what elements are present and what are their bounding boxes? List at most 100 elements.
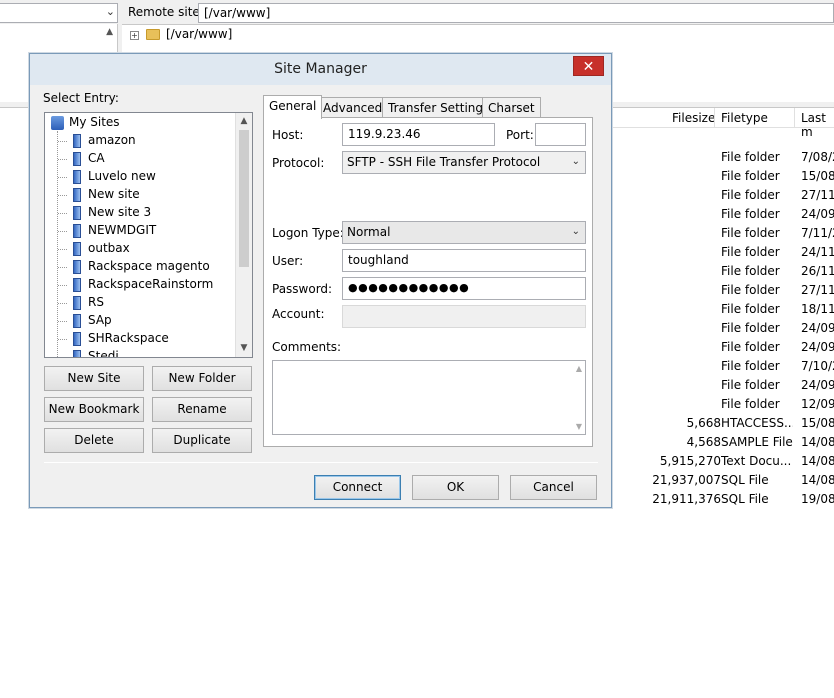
site-label: Stedi: [88, 349, 119, 358]
site-icon: [73, 206, 81, 220]
general-tab-panel: Host: 119.9.23.46 Port: Protocol: SFTP -…: [263, 117, 593, 447]
table-row[interactable]: File folder 27/11/: [612, 186, 834, 205]
site-label: NEWMDGIT: [88, 223, 157, 237]
comments-scrollbar[interactable]: ▲ ▼: [569, 361, 585, 434]
site-icon: [73, 260, 81, 274]
tab-advanced[interactable]: Advanced: [317, 97, 389, 118]
connect-button[interactable]: Connect: [314, 475, 401, 500]
duplicate-button[interactable]: Duplicate: [152, 428, 252, 453]
table-row[interactable]: File folder 26/11/: [612, 262, 834, 281]
table-row[interactable]: File folder 27/11/: [612, 281, 834, 300]
file-date: 15/08/: [801, 169, 834, 183]
table-row[interactable]: 4,568SAMPLE File 14/08/: [612, 433, 834, 452]
file-type: File folder: [721, 264, 780, 278]
logon-type-label: Logon Type:: [272, 226, 344, 240]
expand-icon[interactable]: +: [130, 31, 139, 40]
tree-guide-line: [58, 213, 67, 214]
port-input[interactable]: [535, 123, 586, 146]
cancel-button[interactable]: Cancel: [510, 475, 597, 500]
user-input[interactable]: toughland: [342, 249, 586, 272]
chevron-down-icon[interactable]: ⌄: [572, 226, 580, 237]
scroll-down-icon[interactable]: ▼: [236, 340, 252, 357]
table-row[interactable]: File folder 7/10/2: [612, 357, 834, 376]
scroll-up-icon[interactable]: ▲: [576, 364, 582, 373]
logon-type-select[interactable]: Normal ⌄: [342, 221, 586, 244]
site-icon: [73, 134, 81, 148]
site-label: outbax: [88, 241, 130, 255]
tree-guide-line: [58, 249, 67, 250]
scroll-up-icon[interactable]: ▲: [106, 27, 113, 37]
file-type: File folder: [721, 207, 780, 221]
delete-button[interactable]: Delete: [44, 428, 144, 453]
scroll-down-icon[interactable]: ▼: [576, 422, 582, 431]
site-icon: [73, 350, 81, 357]
rename-button[interactable]: Rename: [152, 397, 252, 422]
column-last-modified[interactable]: Last m: [801, 111, 834, 139]
file-date: 7/11/2: [801, 226, 834, 240]
site-icon: [73, 170, 81, 184]
dialog-titlebar[interactable]: Site Manager ✕: [30, 54, 611, 85]
site-icon: [73, 278, 81, 292]
tree-root-label: My Sites: [69, 115, 120, 129]
new-bookmark-button[interactable]: New Bookmark: [44, 397, 144, 422]
tree-guide-line: [58, 195, 67, 196]
table-row[interactable]: File folder 24/09/: [612, 319, 834, 338]
site-label: SHRackspace: [88, 331, 169, 345]
tree-guide-line: [58, 267, 67, 268]
column-filetype[interactable]: Filetype: [721, 111, 768, 125]
file-type: File folder: [721, 226, 780, 240]
table-row[interactable]: File folder 12/09/: [612, 395, 834, 414]
host-input[interactable]: 119.9.23.46: [342, 123, 495, 146]
table-row[interactable]: File folder 15/08/: [612, 167, 834, 186]
site-label: RS: [88, 295, 104, 309]
local-site-combo[interactable]: ⌄: [0, 3, 118, 23]
protocol-select[interactable]: SFTP - SSH File Transfer Protocol ⌄: [342, 151, 586, 174]
comments-label: Comments:: [272, 340, 342, 354]
table-row[interactable]: File folder 7/11/2: [612, 224, 834, 243]
chevron-down-icon[interactable]: ⌄: [106, 5, 115, 18]
table-row[interactable]: File folder 7/08/2: [612, 148, 834, 167]
column-divider: [714, 108, 715, 128]
new-folder-button[interactable]: New Folder: [152, 366, 252, 391]
file-date: 14/08/: [801, 435, 834, 449]
new-site-button[interactable]: New Site: [44, 366, 144, 391]
tab-transfer-settings[interactable]: Transfer Settings: [382, 97, 496, 118]
table-row[interactable]: File folder 24/09/: [612, 376, 834, 395]
site-tree[interactable]: My Sites amazon CA Luvelo new New site New si…: [44, 112, 253, 358]
table-row[interactable]: 5,915,270Text Docu... 14/08/: [612, 452, 834, 471]
file-date: 24/11/: [801, 245, 834, 259]
file-type: Text Docu...: [721, 454, 792, 468]
close-icon[interactable]: ✕: [573, 56, 604, 76]
tab-charset[interactable]: Charset: [482, 97, 541, 118]
remote-tree-node[interactable]: [/var/www]: [166, 27, 232, 41]
column-divider: [794, 108, 795, 128]
table-row[interactable]: 21,937,007SQL File 14/08/: [612, 471, 834, 490]
separator: [272, 210, 584, 211]
scroll-thumb[interactable]: [239, 130, 249, 267]
table-row[interactable]: File folder 24/09/: [612, 205, 834, 224]
site-label: SAp: [88, 313, 112, 327]
site-icon: [73, 296, 81, 310]
site-icon: [73, 242, 81, 256]
tree-scrollbar[interactable]: ▲ ▼: [235, 113, 252, 357]
tree-guide-line: [58, 177, 67, 178]
tab-general[interactable]: General: [263, 95, 323, 119]
file-type: SQL File: [721, 492, 769, 506]
file-size: 5,915,270: [659, 454, 721, 468]
file-type: File folder: [721, 283, 780, 297]
scroll-up-icon[interactable]: ▲: [236, 113, 252, 130]
table-row[interactable]: 21,911,376SQL File 19/08/: [612, 490, 834, 509]
password-input[interactable]: ●●●●●●●●●●●●: [342, 277, 586, 300]
comments-textarea[interactable]: ▲ ▼: [272, 360, 586, 435]
table-row[interactable]: 5,668HTACCESS... 15/08/: [612, 414, 834, 433]
table-row[interactable]: File folder 24/11/: [612, 243, 834, 262]
tree-guide-line: [58, 303, 67, 304]
remote-site-input[interactable]: [/var/www]: [198, 3, 834, 23]
table-row[interactable]: File folder 18/11/: [612, 300, 834, 319]
site-icon: [73, 224, 81, 238]
column-filesize[interactable]: Filesize: [672, 111, 715, 125]
table-row[interactable]: File folder 24/09/: [612, 338, 834, 357]
file-type: File folder: [721, 169, 780, 183]
chevron-down-icon[interactable]: ⌄: [572, 156, 580, 167]
ok-button[interactable]: OK: [412, 475, 499, 500]
